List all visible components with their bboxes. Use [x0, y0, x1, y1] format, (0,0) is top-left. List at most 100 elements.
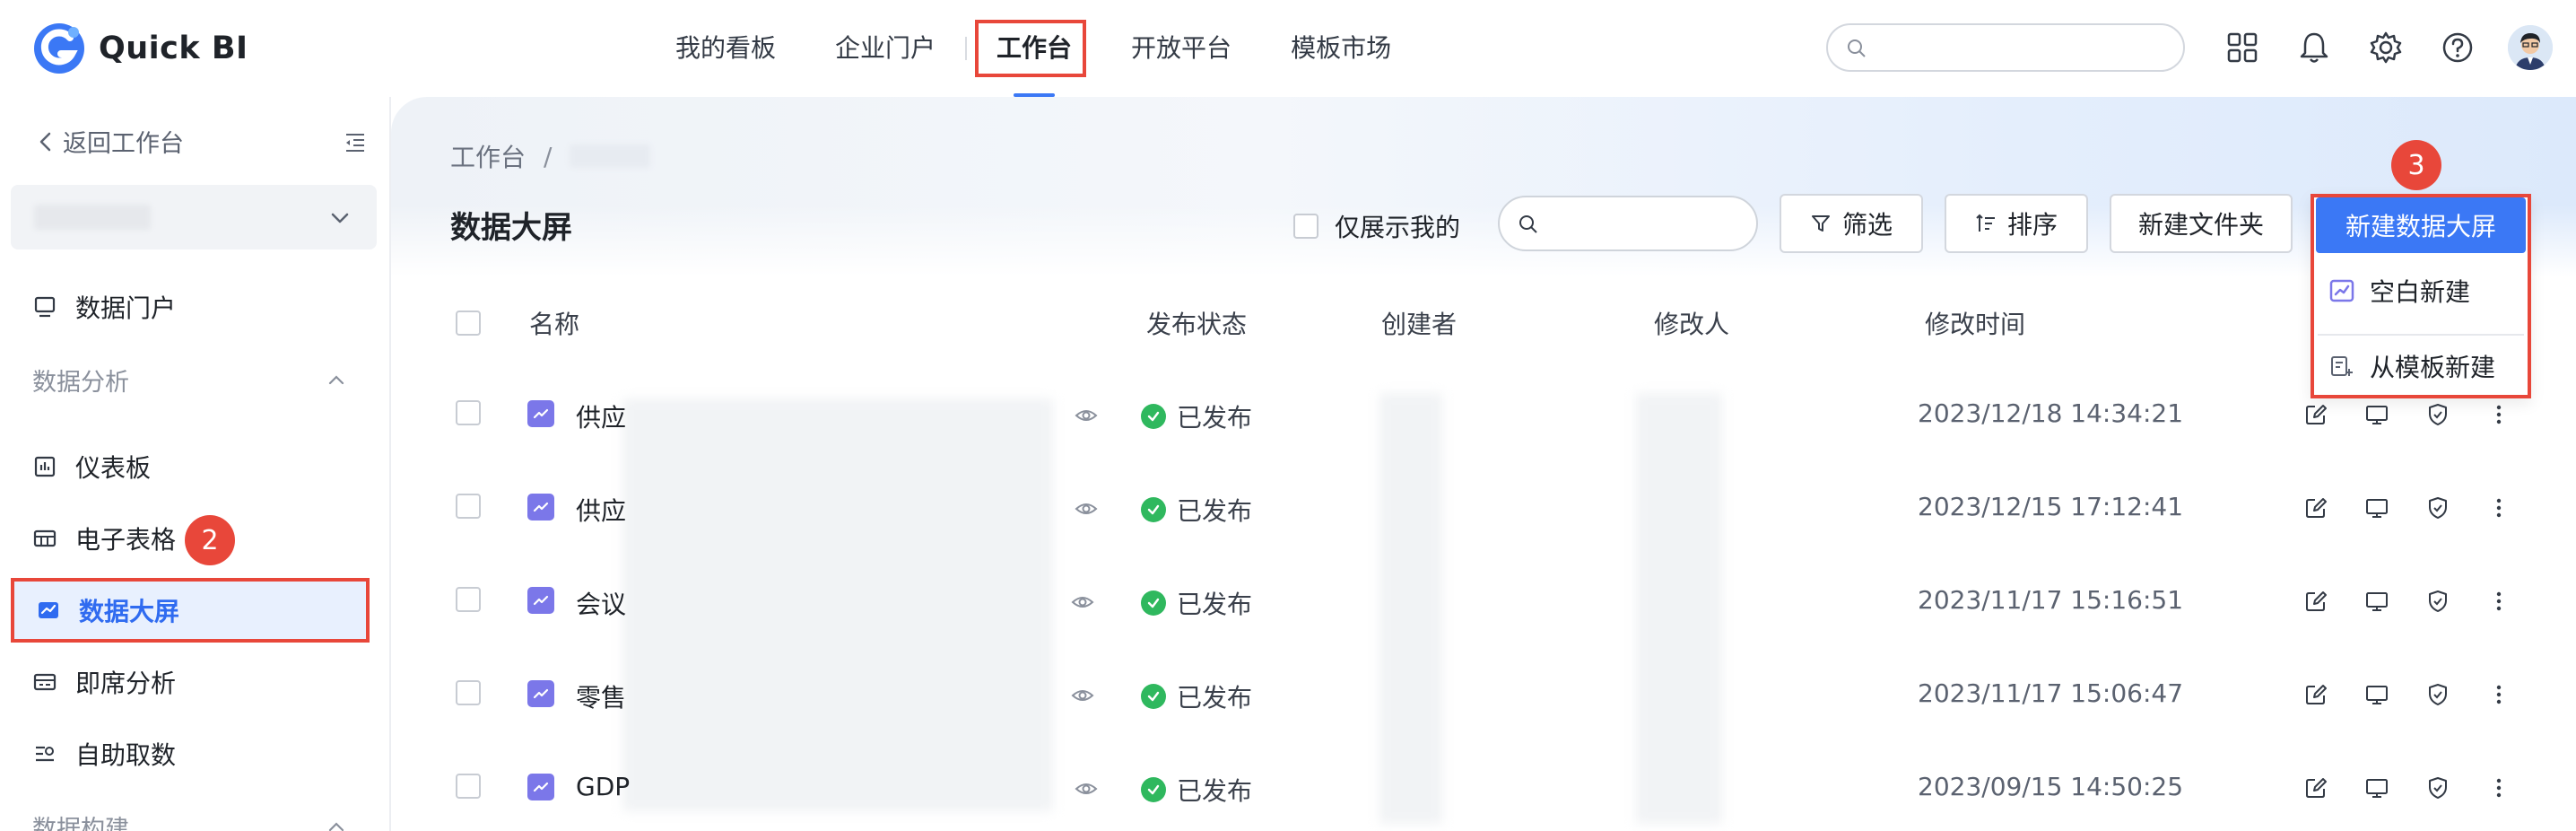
publish-status: 已发布 — [1141, 585, 1252, 621]
collapse-sidebar-icon[interactable] — [343, 129, 368, 154]
more-options-icon[interactable] — [2486, 682, 2511, 707]
sidebar-group-build[interactable]: 数据构建 — [32, 809, 346, 831]
only-mine-toggle[interactable]: 仅展示我的 — [1293, 208, 1460, 244]
nav-open-platform[interactable]: 开放平台 — [1101, 0, 1261, 97]
sidebar-item-self-service[interactable]: 自助取数 — [11, 722, 370, 786]
edit-icon[interactable] — [2303, 495, 2328, 520]
blank-new-option[interactable]: 空白新建 — [2328, 273, 2470, 309]
table-row[interactable]: 零售 已发布 2023/11/17 15:06:47 — [391, 648, 2576, 741]
select-all-checkbox[interactable] — [456, 311, 481, 336]
annotation-badge-3: 3 — [2391, 140, 2441, 190]
shield-check-icon[interactable] — [2425, 402, 2450, 427]
notifications-button[interactable] — [2293, 26, 2336, 69]
row-name[interactable]: 零售 — [576, 678, 626, 714]
present-screen-icon[interactable] — [2364, 682, 2389, 707]
sidebar-item-label: 仪表板 — [75, 453, 152, 483]
row-checkbox[interactable] — [456, 680, 481, 705]
row-checkbox[interactable] — [456, 587, 481, 612]
new-data-screen-button[interactable]: 新建数据大屏 — [2316, 197, 2526, 253]
preview-eye-icon[interactable] — [1075, 497, 1098, 520]
search-icon — [1519, 215, 1537, 233]
nav-my-dashboards[interactable]: 我的看板 — [646, 0, 805, 97]
row-checkbox[interactable] — [456, 494, 481, 519]
sidebar-item-label: 自助取数 — [75, 740, 177, 770]
only-mine-checkbox[interactable] — [1293, 214, 1318, 239]
present-screen-icon[interactable] — [2364, 402, 2389, 427]
workspace-select[interactable] — [11, 185, 377, 249]
dropdown-divider — [2318, 334, 2524, 336]
more-options-icon[interactable] — [2486, 402, 2511, 427]
preview-eye-icon[interactable] — [1075, 404, 1098, 427]
main-content: 工作台 / 数据大屏 仅展示我的 筛选 排序 新建文件夹 空白新建 从模板新建 … — [391, 97, 2576, 831]
breadcrumb-root[interactable]: 工作台 — [450, 138, 526, 174]
table-row[interactable]: 供应 已发布 2023/12/15 17:12:41 — [391, 461, 2576, 555]
column-header-modified-time[interactable]: 修改时间 — [1925, 305, 2025, 341]
row-checkbox[interactable] — [456, 400, 481, 425]
table-row[interactable]: 供应 已发布 2023/12/18 14:34:21 — [391, 368, 2576, 461]
shield-check-icon[interactable] — [2425, 682, 2450, 707]
more-options-icon[interactable] — [2486, 589, 2511, 614]
preview-eye-icon[interactable] — [1071, 590, 1094, 614]
data-screen-file-icon — [527, 680, 554, 707]
shield-check-icon[interactable] — [2425, 775, 2450, 800]
sidebar-item-dashboard[interactable]: 仪表板 — [11, 434, 370, 499]
global-search-input[interactable] — [1826, 23, 2185, 72]
only-mine-label: 仅展示我的 — [1335, 213, 1461, 242]
nav-enterprise-portal[interactable]: 企业门户 — [805, 0, 965, 97]
row-checkbox[interactable] — [456, 774, 481, 799]
present-screen-icon[interactable] — [2364, 589, 2389, 614]
new-folder-button[interactable]: 新建文件夹 — [2110, 194, 2293, 253]
sidebar-item-data-screen[interactable]: 数据大屏 — [11, 578, 370, 643]
nav-template-market[interactable]: 模板市场 — [1261, 0, 1421, 97]
column-header-status[interactable]: 发布状态 — [1146, 305, 1247, 341]
edit-icon[interactable] — [2303, 775, 2328, 800]
app-logo[interactable]: Quick BI — [30, 22, 248, 75]
filter-button[interactable]: 筛选 — [1780, 194, 1923, 253]
more-options-icon[interactable] — [2486, 775, 2511, 800]
row-modified-time: 2023/12/18 14:34:21 — [1918, 398, 2184, 428]
bell-icon — [2300, 32, 2328, 63]
back-to-workbench-link[interactable]: 返回工作台 — [34, 124, 184, 159]
chevron-left-icon — [39, 132, 51, 151]
list-search-input[interactable] — [1498, 196, 1758, 251]
help-button[interactable] — [2436, 26, 2479, 69]
row-name[interactable]: GDP — [576, 772, 630, 801]
column-header-name[interactable]: 名称 — [529, 305, 579, 341]
sort-button[interactable]: 排序 — [1945, 194, 2088, 253]
preview-eye-icon[interactable] — [1075, 777, 1098, 800]
sidebar-item-portal[interactable]: 数据门户 — [11, 275, 370, 339]
edit-icon[interactable] — [2303, 682, 2328, 707]
column-header-modifier[interactable]: 修改人 — [1654, 305, 1729, 341]
apps-grid-button[interactable] — [2221, 26, 2264, 69]
sort-icon — [1976, 214, 1995, 232]
table-row[interactable]: 会议 已发布 2023/11/17 15:16:51 — [391, 555, 2576, 648]
table-row[interactable]: GDP 已发布 2023/09/15 14:50:25 — [391, 741, 2576, 831]
publish-status: 已发布 — [1141, 398, 1252, 434]
shield-check-icon[interactable] — [2425, 495, 2450, 520]
present-screen-icon[interactable] — [2364, 775, 2389, 800]
sidebar-group-analysis[interactable]: 数据分析 — [32, 363, 346, 398]
check-circle-icon — [1141, 404, 1166, 429]
preview-eye-icon[interactable] — [1071, 684, 1094, 707]
check-circle-icon — [1141, 777, 1166, 802]
top-icon-group — [2221, 25, 2553, 70]
publish-status-label: 已发布 — [1177, 403, 1253, 433]
row-name[interactable]: 供应 — [576, 398, 626, 434]
sidebar-item-adhoc-analysis[interactable]: 即席分析 — [11, 650, 370, 714]
edit-icon[interactable] — [2303, 402, 2328, 427]
settings-button[interactable] — [2364, 26, 2407, 69]
sidebar: 返回工作台 数据门户 数据分析 仪表板 电子表格 数据大屏 即席分析 自助取数 … — [0, 97, 391, 831]
column-header-creator[interactable]: 创建者 — [1381, 305, 1457, 341]
present-screen-icon[interactable] — [2364, 495, 2389, 520]
shield-check-icon[interactable] — [2425, 589, 2450, 614]
publish-status: 已发布 — [1141, 678, 1252, 714]
row-name[interactable]: 供应 — [576, 492, 626, 528]
check-circle-icon — [1141, 590, 1166, 616]
annotation-box-workbench — [975, 20, 1086, 77]
more-options-icon[interactable] — [2486, 495, 2511, 520]
row-name[interactable]: 会议 — [576, 585, 626, 621]
page-title: 数据大屏 — [450, 210, 572, 246]
edit-icon[interactable] — [2303, 589, 2328, 614]
sidebar-item-label: 数据门户 — [75, 293, 177, 323]
user-avatar[interactable] — [2508, 25, 2553, 70]
